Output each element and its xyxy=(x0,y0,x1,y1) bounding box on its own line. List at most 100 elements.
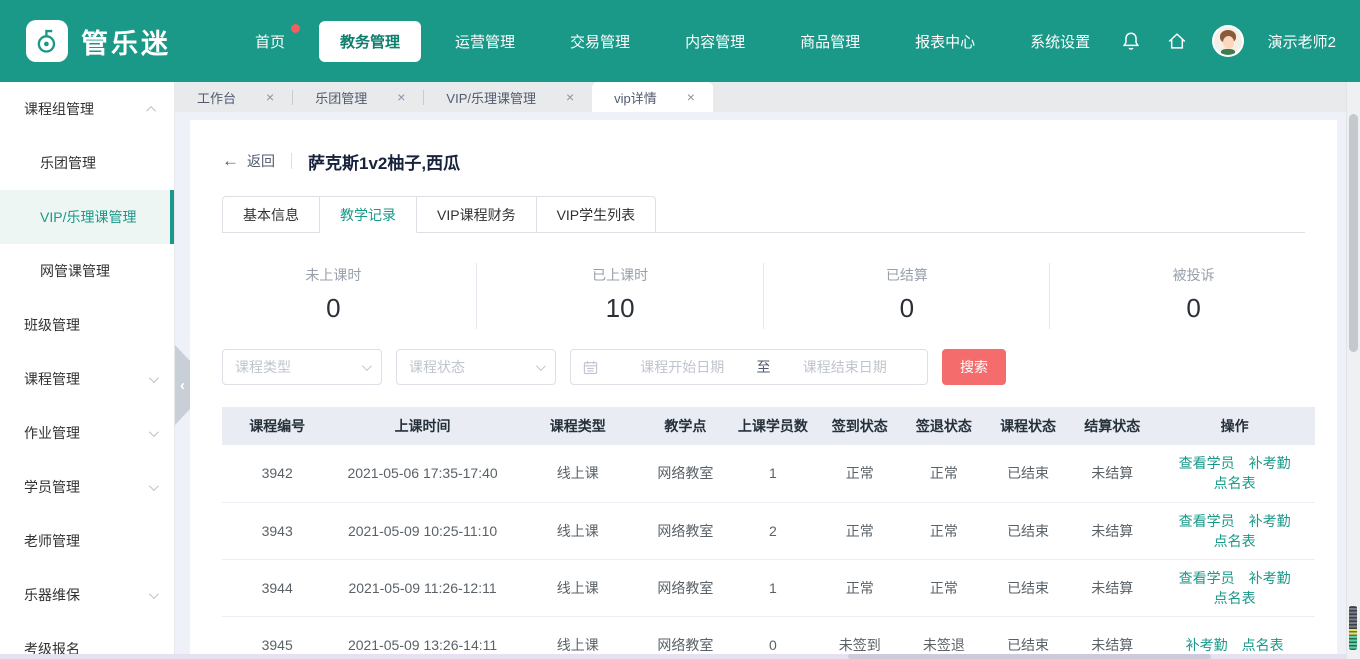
roll-call-link[interactable]: 点名表 xyxy=(1214,475,1256,491)
nav-item-system-settings[interactable]: 系统设置 xyxy=(1009,21,1111,62)
cell: 已结束 xyxy=(986,559,1070,616)
cell: 网络教室 xyxy=(643,616,728,659)
cell: 2021-05-09 13:26-14:11 xyxy=(332,616,512,659)
user-name[interactable]: 演示老师2 xyxy=(1268,31,1336,52)
cell: 正常 xyxy=(818,502,902,559)
roll-call-link[interactable]: 点名表 xyxy=(1242,637,1284,653)
course-type-placeholder: 课程类型 xyxy=(235,357,291,377)
back-row: ← 返回 萨克斯1v2柚子,西瓜 xyxy=(222,148,1337,174)
cell: 1 xyxy=(728,559,818,616)
cell: 线上课 xyxy=(513,445,643,502)
horizontal-scrollbar-thumb[interactable] xyxy=(848,654,1211,659)
makeup-attendance-link[interactable]: 补考勤 xyxy=(1249,570,1291,586)
page-title: 萨克斯1v2柚子,西瓜 xyxy=(308,149,460,174)
close-icon[interactable]: × xyxy=(566,89,574,105)
nav-item-products[interactable]: 商品管理 xyxy=(779,21,881,62)
chevron-down-icon xyxy=(149,373,159,383)
nav-item-label: 首页 xyxy=(255,34,285,51)
date-range-input[interactable]: 课程开始日期 至 课程结束日期 xyxy=(570,349,928,385)
tab-vip-student-list[interactable]: VIP学生列表 xyxy=(537,196,657,233)
calendar-icon xyxy=(583,360,598,375)
search-button[interactable]: 搜索 xyxy=(942,349,1006,385)
column-header: 课程状态 xyxy=(986,407,1070,445)
sidebar-item-student-management[interactable]: 学员管理 xyxy=(0,460,174,514)
view-students-link[interactable]: 查看学员 xyxy=(1179,455,1235,471)
nav-item-label: 运营管理 xyxy=(455,34,515,51)
app-logo[interactable]: 管乐迷 xyxy=(26,20,208,62)
close-icon[interactable]: × xyxy=(687,89,695,105)
cell: 2021-05-09 11:26-12:11 xyxy=(332,559,512,616)
cell: 线上课 xyxy=(513,616,643,659)
tab-label: 工作台 xyxy=(197,88,236,107)
view-students-link[interactable]: 查看学员 xyxy=(1179,513,1235,529)
nav-item-content[interactable]: 内容管理 xyxy=(664,21,766,62)
makeup-attendance-link[interactable]: 补考勤 xyxy=(1249,455,1291,471)
makeup-attendance-link[interactable]: 补考勤 xyxy=(1186,637,1228,653)
stat-value: 0 xyxy=(1050,293,1337,324)
stat-1: 已上课时10 xyxy=(477,253,764,337)
tab-orchestra-management[interactable]: 乐团管理× xyxy=(293,82,423,112)
back-button[interactable]: 返回 xyxy=(247,151,275,171)
back-arrow-icon[interactable]: ← xyxy=(222,151,239,171)
sidebar-menu: 课程组管理乐团管理 VIP/乐理课管理网管课管理班级管理课程管理作业管理学员管理老… xyxy=(0,82,175,659)
stats-row: 未上课时0已上课时10已结算0被投诉0 xyxy=(190,253,1337,337)
roll-call-link[interactable]: 点名表 xyxy=(1214,590,1256,606)
cell: 3944 xyxy=(222,559,332,616)
tab-workbench[interactable]: 工作台 × xyxy=(175,82,292,112)
close-icon[interactable]: × xyxy=(397,89,405,105)
sidebar-item-class-management[interactable]: 班级管理 xyxy=(0,298,174,352)
course-status-select[interactable]: 课程状态 xyxy=(396,349,556,385)
column-header: 课程编号 xyxy=(222,407,332,445)
avatar[interactable] xyxy=(1212,25,1244,57)
sidebar-item-online-admin-course-management[interactable]: 网管课管理 xyxy=(0,244,174,298)
cell: 正常 xyxy=(818,445,902,502)
close-icon[interactable]: × xyxy=(266,89,274,105)
table-row: 39422021-05-06 17:35-17:40线上课网络教室1正常正常已结… xyxy=(222,445,1315,502)
nav-item-transactions[interactable]: 交易管理 xyxy=(549,21,651,62)
sidebar-item-label: 作业管理 xyxy=(24,423,80,443)
nav-item-label: 报表中心 xyxy=(915,34,975,51)
sidebar-item-label: 班级管理 xyxy=(24,315,80,335)
nav-item-home[interactable]: 首页 xyxy=(234,21,306,62)
bell-icon[interactable] xyxy=(1120,30,1142,52)
cell: 已结束 xyxy=(986,502,1070,559)
tab-teaching-records[interactable]: 教学记录 xyxy=(320,196,417,233)
sidebar-item-homework-management[interactable]: 作业管理 xyxy=(0,406,174,460)
meter-widget[interactable] xyxy=(1347,603,1359,653)
cell: 未签退 xyxy=(902,616,986,659)
vertical-scrollbar-thumb[interactable] xyxy=(1349,114,1358,352)
records-table: 课程编号上课时间课程类型教学点上课学员数签到状态签退状态课程状态结算状态操作 3… xyxy=(222,407,1315,659)
filter-row: 课程类型 课程状态 课程开始日期 至 课程结束日期 搜索 xyxy=(222,349,1337,385)
stat-label: 被投诉 xyxy=(1050,265,1337,285)
nav-item-academic-affairs[interactable]: 教务管理 xyxy=(319,21,421,62)
date-end-placeholder: 课程结束日期 xyxy=(775,357,916,377)
cell: 线上课 xyxy=(513,502,643,559)
sidebar-item-label: VIP/乐理课管理 xyxy=(40,207,136,227)
stat-label: 已结算 xyxy=(764,265,1051,285)
home-icon[interactable] xyxy=(1166,30,1188,52)
sidebar-item-course-management[interactable]: 课程管理 xyxy=(0,352,174,406)
tab-vip-detail[interactable]: vip详情× xyxy=(592,82,713,112)
nav-item-reports[interactable]: 报表中心 xyxy=(894,21,996,62)
sidebar-item-instrument-maintenance[interactable]: 乐器维保 xyxy=(0,568,174,622)
cell: 线上课 xyxy=(513,559,643,616)
table-header-row: 课程编号上课时间课程类型教学点上课学员数签到状态签退状态课程状态结算状态操作 xyxy=(222,407,1315,445)
course-type-select[interactable]: 课程类型 xyxy=(222,349,382,385)
header-right: 演示老师2 xyxy=(1120,25,1336,57)
tab-basic-info[interactable]: 基本信息 xyxy=(222,196,320,233)
tab-vip-theory-course-management[interactable]: VIP/乐理课管理 × xyxy=(424,82,592,112)
makeup-attendance-link[interactable]: 补考勤 xyxy=(1249,513,1291,529)
nav-item-operations[interactable]: 运营管理 xyxy=(434,21,536,62)
roll-call-link[interactable]: 点名表 xyxy=(1214,533,1256,549)
nav-item-label: 交易管理 xyxy=(570,34,630,51)
tab-vip-course-finance[interactable]: VIP课程财务 xyxy=(417,196,537,233)
sidebar-item-teacher-management[interactable]: 老师管理 xyxy=(0,514,174,568)
stat-value: 0 xyxy=(764,293,1051,324)
sidebar-item-orchestra-management[interactable]: 乐团管理 xyxy=(0,136,174,190)
sidebar-item-label: 网管课管理 xyxy=(40,261,110,281)
column-header: 上课学员数 xyxy=(728,407,818,445)
sidebar-item-course-group-management[interactable]: 课程组管理 xyxy=(0,82,174,136)
tab-label: VIP/乐理课管理 xyxy=(446,88,536,107)
view-students-link[interactable]: 查看学员 xyxy=(1179,570,1235,586)
sidebar-item-vip-theory-course-management[interactable]: VIP/乐理课管理 xyxy=(0,190,174,244)
